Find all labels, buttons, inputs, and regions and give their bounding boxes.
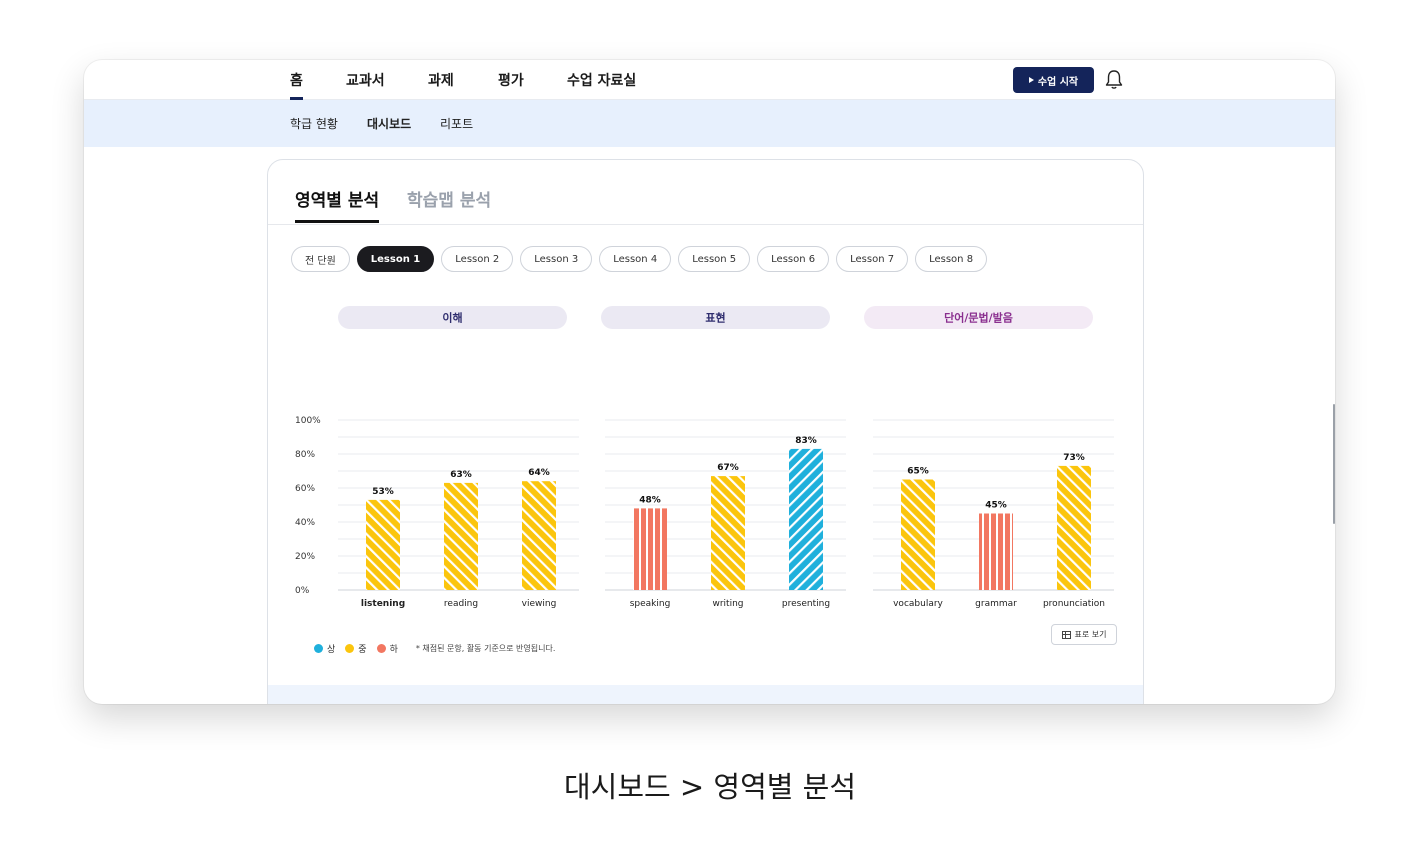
chip-lesson-4[interactable]: Lesson 4 bbox=[599, 246, 672, 272]
legend-dot-mid bbox=[345, 644, 355, 653]
chip-lesson-5[interactable]: Lesson 5 bbox=[678, 246, 751, 272]
category-label: presenting bbox=[782, 599, 830, 609]
card-bottom-panel bbox=[268, 685, 1143, 704]
bar-viewing bbox=[522, 481, 556, 590]
bar-pronunciation bbox=[1057, 465, 1091, 590]
start-class-button[interactable]: 수업 시작 bbox=[1013, 67, 1094, 93]
legend-label-mid: 중 bbox=[358, 645, 367, 655]
category-label: viewing bbox=[522, 599, 557, 609]
tab-divider bbox=[268, 224, 1143, 225]
view-as-table-button[interactable]: 표로 보기 bbox=[1051, 624, 1117, 645]
analysis-card: 영역별 분석 학습맵 분석 전 단원 Lesson 1 Lesson 2 Les… bbox=[267, 159, 1144, 704]
bar-reading bbox=[444, 482, 478, 590]
chip-lesson-7[interactable]: Lesson 7 bbox=[836, 246, 909, 272]
bar-value-label: 67% bbox=[717, 463, 739, 473]
tab-area-analysis[interactable]: 영역별 분석 bbox=[295, 186, 380, 223]
y-tick-label: 40% bbox=[295, 518, 315, 528]
lesson-filter: 전 단원 Lesson 1 Lesson 2 Lesson 3 Lesson 4… bbox=[291, 246, 988, 272]
chip-all-units[interactable]: 전 단원 bbox=[291, 246, 350, 272]
play-icon bbox=[1028, 77, 1034, 83]
bar-presenting bbox=[789, 448, 823, 590]
y-tick-label: 20% bbox=[295, 552, 315, 562]
category-label: grammar bbox=[975, 599, 1017, 609]
category-label: speaking bbox=[630, 599, 671, 609]
bar-speaking bbox=[633, 508, 667, 590]
group-header-label: 표현 bbox=[705, 311, 725, 325]
subnav-item-class-status[interactable]: 학급 현황 bbox=[290, 115, 338, 132]
subnav-item-dashboard[interactable]: 대시보드 bbox=[367, 115, 411, 132]
bar-value-label: 73% bbox=[1063, 453, 1085, 463]
bar-grammar bbox=[979, 513, 1013, 590]
bar-value-label: 64% bbox=[528, 468, 550, 478]
bar-writing bbox=[711, 476, 745, 590]
bar-value-label: 45% bbox=[985, 501, 1007, 511]
group-header-label: 이해 bbox=[442, 311, 462, 325]
legend-dot-high bbox=[314, 644, 323, 653]
category-label: listening bbox=[361, 599, 405, 609]
legend-label-low: 하 bbox=[389, 645, 398, 655]
sub-nav: 학급 현황 대시보드 리포트 bbox=[84, 100, 1335, 147]
category-label: vocabulary bbox=[893, 599, 943, 609]
bar-value-label: 63% bbox=[450, 470, 472, 480]
bar-vocabulary bbox=[901, 479, 935, 590]
legend-label-high: 상 bbox=[327, 645, 336, 655]
category-label: writing bbox=[712, 599, 743, 609]
chip-lesson-3[interactable]: Lesson 3 bbox=[520, 246, 593, 272]
legend-note: * 채점된 문항, 활동 기준으로 반영됩니다. bbox=[415, 644, 556, 653]
view-as-table-label: 표로 보기 bbox=[1074, 630, 1107, 639]
nav-item-assignment[interactable]: 과제 bbox=[428, 70, 454, 90]
y-tick-label: 100% bbox=[295, 416, 321, 426]
nav-item-home[interactable]: 홈 bbox=[290, 70, 303, 100]
legend-item-mid: 중 bbox=[345, 642, 367, 655]
nav-item-evaluation[interactable]: 평가 bbox=[498, 70, 524, 90]
nav-item-textbook[interactable]: 교과서 bbox=[346, 70, 385, 90]
chart-legend: 상 중 하 * 채점된 문항, 활동 기준으로 반영됩니다. bbox=[314, 642, 555, 655]
y-tick-label: 0% bbox=[295, 586, 310, 596]
bar-value-label: 53% bbox=[372, 487, 394, 497]
subnav-item-report[interactable]: 리포트 bbox=[440, 115, 473, 132]
category-label: pronunciation bbox=[1043, 599, 1105, 609]
legend-item-low: 하 bbox=[376, 642, 398, 655]
nav-item-resources[interactable]: 수업 자료실 bbox=[567, 70, 636, 90]
y-tick-label: 60% bbox=[295, 484, 315, 494]
bar-value-label: 65% bbox=[907, 467, 929, 477]
category-label: reading bbox=[444, 599, 478, 609]
chip-lesson-8[interactable]: Lesson 8 bbox=[915, 246, 988, 272]
scrollbar[interactable] bbox=[1333, 404, 1335, 524]
group-header-label: 단어/문법/발음 bbox=[944, 311, 1013, 325]
table-icon bbox=[1061, 630, 1071, 639]
chip-lesson-2[interactable]: Lesson 2 bbox=[441, 246, 514, 272]
bar-value-label: 48% bbox=[639, 495, 661, 505]
bar-value-label: 83% bbox=[795, 436, 817, 446]
bell-icon[interactable] bbox=[1104, 69, 1124, 91]
legend-item-high: 상 bbox=[314, 642, 335, 655]
chip-lesson-6[interactable]: Lesson 6 bbox=[757, 246, 830, 272]
page-caption: 대시보드 > 영역별 분석 bbox=[563, 770, 857, 804]
y-tick-label: 80% bbox=[295, 450, 315, 460]
start-class-label: 수업 시작 bbox=[1037, 76, 1079, 88]
app-window: 홈 교과서 과제 평가 수업 자료실 수업 시작 학급 현황 대시보드 리포트 … bbox=[84, 60, 1335, 704]
area-bar-chart: 0% 20% 40% 60% 80% 100% 이해 53% listening 63% readi… bbox=[295, 306, 1114, 609]
chip-lesson-1[interactable]: Lesson 1 bbox=[356, 246, 435, 272]
tab-learning-map-analysis[interactable]: 학습맵 분석 bbox=[407, 186, 491, 211]
top-nav: 홈 교과서 과제 평가 수업 자료실 수업 시작 bbox=[84, 60, 1335, 100]
legend-dot-low bbox=[376, 644, 386, 653]
bar-listening bbox=[366, 499, 400, 590]
